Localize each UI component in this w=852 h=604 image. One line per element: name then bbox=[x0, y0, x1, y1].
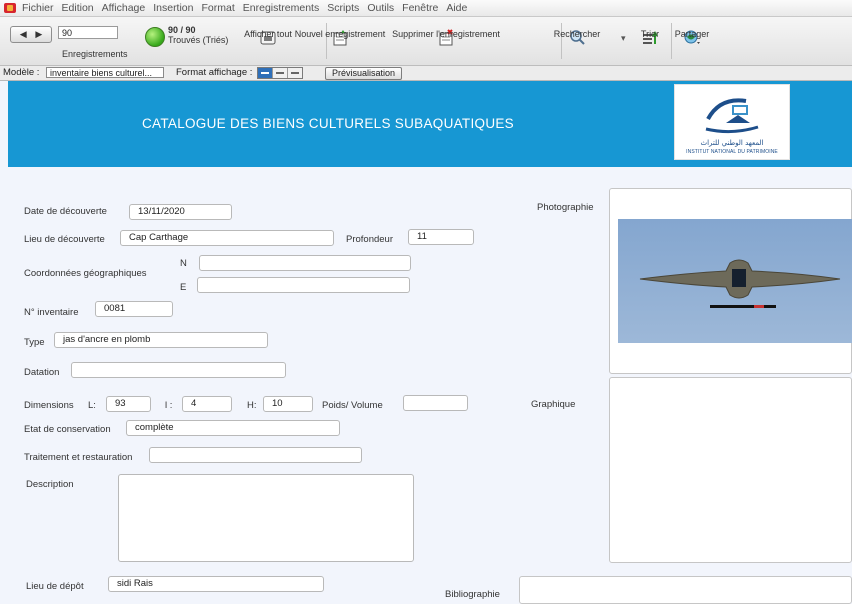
datation-field[interactable] bbox=[71, 362, 286, 378]
page-title: CATALOGUE DES BIENS CULTURELS SUBAQUATIQ… bbox=[142, 116, 514, 131]
menu-fichier[interactable]: Fichier bbox=[22, 2, 54, 14]
weight-volume-label: Poids/ Volume bbox=[322, 400, 383, 411]
new-record-label: Nouvel enregistrement bbox=[294, 29, 386, 39]
search-button[interactable]: Rechercher bbox=[554, 29, 600, 50]
date-label: Date de découverte bbox=[24, 206, 107, 217]
height-field[interactable]: 10 bbox=[263, 396, 313, 412]
previous-record-icon[interactable]: ◀ bbox=[20, 29, 27, 40]
menu-outils[interactable]: Outils bbox=[367, 2, 394, 14]
treatment-field[interactable] bbox=[149, 447, 362, 463]
sort-label: Trier bbox=[640, 29, 660, 39]
menu-bar: Fichier Edition Affichage Insertion Form… bbox=[0, 0, 852, 17]
depot-field[interactable]: sidi Rais bbox=[108, 576, 324, 592]
record-number-input[interactable]: 90 bbox=[58, 26, 118, 39]
records-label: Enregistrements bbox=[62, 49, 128, 59]
menu-enregistrements[interactable]: Enregistrements bbox=[243, 2, 319, 14]
found-set-pie-icon[interactable] bbox=[145, 27, 165, 47]
profondeur-label: Profondeur bbox=[346, 234, 394, 245]
datation-label: Datation bbox=[24, 367, 60, 378]
delete-record-label: Supprimer l'enregistrement bbox=[392, 29, 500, 39]
north-label: N bbox=[180, 258, 187, 269]
app-logo-icon bbox=[4, 3, 16, 13]
menu-affichage[interactable]: Affichage bbox=[102, 2, 146, 14]
east-label: E bbox=[180, 282, 187, 293]
height-label: H: bbox=[247, 400, 257, 411]
table-view-icon[interactable] bbox=[288, 68, 302, 78]
institution-logo: المعهد الوطني للتراث INSTITUT NATIONAL D… bbox=[674, 84, 790, 160]
search-options-dropdown-icon[interactable]: ▾ bbox=[621, 33, 626, 44]
north-coordinate-field[interactable] bbox=[199, 255, 411, 271]
menu-scripts[interactable]: Scripts bbox=[327, 2, 359, 14]
record-nav-buttons[interactable]: ◀ ▶ bbox=[10, 26, 52, 43]
found-count: 90 / 90 bbox=[168, 25, 196, 35]
width-label: l : bbox=[165, 400, 173, 411]
list-view-icon[interactable] bbox=[273, 68, 288, 78]
length-label: L: bbox=[88, 400, 96, 411]
lieu-label: Lieu de découverte bbox=[24, 234, 105, 245]
toolbar-separator bbox=[671, 23, 672, 59]
model-label: Modèle : bbox=[3, 67, 40, 78]
model-select[interactable]: inventaire biens culturel... bbox=[46, 67, 164, 78]
share-label: Partager bbox=[674, 29, 710, 39]
description-label: Description bbox=[26, 479, 74, 490]
lieu-field[interactable]: Cap Carthage bbox=[120, 230, 334, 246]
artifact-photo bbox=[618, 219, 852, 343]
inp-emblem-icon bbox=[705, 98, 759, 134]
show-all-button[interactable]: Afficher tout bbox=[244, 29, 292, 50]
photo-container[interactable] bbox=[609, 188, 852, 374]
treatment-label: Traitement et restauration bbox=[24, 452, 133, 463]
logo-arabic-text: المعهد الوطني للتراث bbox=[700, 139, 764, 147]
inventory-field[interactable]: 0081 bbox=[95, 301, 173, 317]
type-field[interactable]: jas d'ancre en plomb bbox=[54, 332, 268, 348]
east-coordinate-field[interactable] bbox=[197, 277, 410, 293]
width-field[interactable]: 4 bbox=[182, 396, 232, 412]
type-label: Type bbox=[24, 337, 45, 348]
dimensions-label: Dimensions bbox=[24, 400, 74, 411]
depot-label: Lieu de dépôt bbox=[26, 581, 84, 592]
layout-bar: Modèle : inventaire biens culturel... Fo… bbox=[0, 66, 852, 81]
view-format-segmented[interactable] bbox=[257, 67, 303, 79]
profondeur-field[interactable]: 11 bbox=[408, 229, 474, 245]
menu-fenetre[interactable]: Fenêtre bbox=[402, 2, 438, 14]
new-record-button[interactable]: Nouvel enregistrement bbox=[295, 29, 385, 50]
found-label: Trouvés (Triés) bbox=[168, 35, 229, 45]
photo-label: Photographie bbox=[537, 202, 594, 213]
menu-insertion[interactable]: Insertion bbox=[153, 2, 193, 14]
toolbar: ◀ ▶ 90 Enregistrements 90 / 90 Trouvés (… bbox=[0, 17, 852, 66]
form-view-icon[interactable] bbox=[258, 68, 273, 78]
search-label: Rechercher bbox=[553, 29, 601, 39]
logo-caption-text: INSTITUT NATIONAL DU PATRIMOINE bbox=[686, 149, 778, 155]
show-all-label: Afficher tout bbox=[244, 29, 292, 39]
bibliography-field[interactable] bbox=[519, 576, 852, 604]
date-field[interactable]: 13/11/2020 bbox=[129, 204, 232, 220]
format-label: Format affichage : bbox=[176, 67, 253, 78]
sort-button[interactable]: Trier bbox=[641, 29, 659, 50]
bibliography-label: Bibliographie bbox=[445, 589, 500, 600]
preview-button[interactable]: Prévisualisation bbox=[325, 67, 403, 80]
weight-volume-field[interactable] bbox=[403, 395, 468, 411]
menu-aide[interactable]: Aide bbox=[446, 2, 467, 14]
next-record-icon[interactable]: ▶ bbox=[35, 29, 42, 40]
graphic-container[interactable] bbox=[609, 377, 852, 563]
menu-edition[interactable]: Edition bbox=[62, 2, 94, 14]
delete-record-button[interactable]: Supprimer l'enregistrement bbox=[392, 29, 500, 50]
inventory-label: N° inventaire bbox=[24, 307, 79, 318]
length-field[interactable]: 93 bbox=[106, 396, 151, 412]
coordinates-label: Coordonnées géographiques bbox=[24, 268, 147, 279]
share-button[interactable]: Partager bbox=[675, 29, 709, 50]
graphic-label: Graphique bbox=[531, 399, 576, 410]
condition-field[interactable]: complète bbox=[126, 420, 340, 436]
menu-format[interactable]: Format bbox=[202, 2, 235, 14]
condition-label: Etat de conservation bbox=[24, 424, 111, 435]
description-textarea[interactable] bbox=[118, 474, 414, 562]
